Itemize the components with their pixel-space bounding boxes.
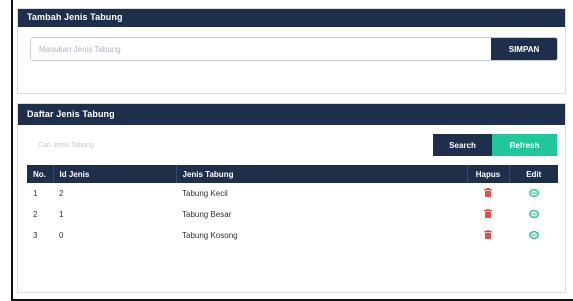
search-bar: Search Refresh bbox=[18, 134, 565, 158]
cell-id: 1 bbox=[59, 210, 64, 219]
table-row: 3 0 Tabung Kosong bbox=[27, 225, 558, 246]
simpan-button[interactable]: SIMPAN bbox=[491, 38, 557, 60]
cell-id: 2 bbox=[59, 189, 64, 198]
edit-icon[interactable] bbox=[528, 209, 539, 220]
cell-jenis: Tabung Kosong bbox=[182, 231, 238, 240]
add-type-panel-title: Tambah Jenis Tabung bbox=[18, 9, 565, 27]
trash-icon[interactable] bbox=[484, 188, 492, 199]
refresh-button[interactable]: Refresh bbox=[492, 134, 557, 156]
edit-icon[interactable] bbox=[528, 188, 539, 199]
col-no: No. bbox=[27, 165, 54, 183]
type-list-panel: Daftar Jenis Tabung Search Refresh No. I… bbox=[17, 103, 566, 293]
search-input[interactable] bbox=[38, 136, 238, 154]
edit-cell bbox=[509, 225, 558, 246]
table-header-row: No. Id Jenis Jenis Tabung Hapus Edit bbox=[27, 165, 558, 183]
table-row: 1 2 Tabung Kecil bbox=[27, 183, 558, 204]
delete-cell bbox=[467, 183, 509, 204]
delete-cell bbox=[467, 204, 509, 225]
search-button[interactable]: Search bbox=[433, 134, 492, 156]
cell-jenis: Tabung Besar bbox=[182, 210, 232, 219]
type-table: No. Id Jenis Jenis Tabung Hapus Edit 1 2… bbox=[27, 165, 558, 246]
edit-cell bbox=[509, 204, 558, 225]
edit-icon[interactable] bbox=[528, 230, 539, 241]
type-list-panel-title: Daftar Jenis Tabung bbox=[18, 104, 565, 125]
jenis-tabung-input[interactable] bbox=[31, 38, 491, 60]
cell-no: 1 bbox=[33, 189, 38, 198]
delete-cell bbox=[467, 225, 509, 246]
trash-icon[interactable] bbox=[484, 209, 492, 220]
cell-id: 0 bbox=[59, 231, 64, 240]
add-type-panel: Tambah Jenis Tabung SIMPAN bbox=[17, 8, 566, 94]
trash-icon[interactable] bbox=[484, 230, 492, 241]
edit-cell bbox=[509, 183, 558, 204]
col-id-jenis: Id Jenis bbox=[53, 165, 177, 183]
add-type-form: SIMPAN bbox=[30, 37, 558, 61]
col-hapus: Hapus bbox=[467, 165, 510, 183]
cell-no: 3 bbox=[33, 231, 38, 240]
table-row: 2 1 Tabung Besar bbox=[27, 204, 558, 225]
col-edit: Edit bbox=[526, 169, 542, 179]
cell-no: 2 bbox=[33, 210, 38, 219]
col-jenis-tabung: Jenis Tabung bbox=[176, 165, 468, 183]
cell-jenis: Tabung Kecil bbox=[182, 189, 228, 198]
